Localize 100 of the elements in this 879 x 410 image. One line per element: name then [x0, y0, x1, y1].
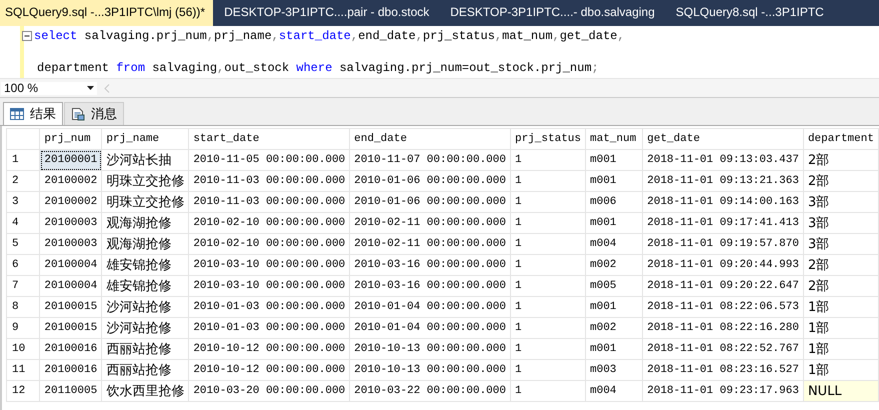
- table-cell[interactable]: m001: [586, 338, 643, 360]
- table-cell[interactable]: 西丽站抢修: [102, 338, 189, 360]
- table-cell[interactable]: 2010-10-13 00:00:00.000: [350, 360, 510, 380]
- table-cell[interactable]: 沙河站抢修: [102, 296, 189, 318]
- table-cell[interactable]: 1: [510, 150, 586, 170]
- table-cell[interactable]: 1: [510, 276, 586, 296]
- table-cell[interactable]: 2010-11-05 00:00:00.000: [188, 150, 350, 170]
- table-cell[interactable]: 2018-11-01 09:13:03.437: [642, 150, 804, 170]
- table-cell[interactable]: 雄安锦抢修: [102, 276, 189, 296]
- table-cell[interactable]: 饮水西里抢修: [102, 380, 189, 402]
- table-cell[interactable]: 2018-11-01 09:13:21.363: [642, 170, 804, 192]
- table-cell[interactable]: 2018-11-01 09:19:57.870: [642, 234, 804, 254]
- table-cell[interactable]: 1: [510, 380, 586, 402]
- table-cell[interactable]: 1: [510, 234, 586, 254]
- table-cell[interactable]: 2部: [803, 150, 878, 170]
- table-cell[interactable]: 沙河站长抽: [102, 150, 189, 170]
- table-cell[interactable]: 2010-03-20 00:00:00.000: [188, 380, 350, 402]
- column-header[interactable]: get_date: [642, 128, 804, 150]
- table-cell[interactable]: 沙河站抢修: [102, 318, 189, 338]
- result-tab[interactable]: 结果: [3, 102, 63, 125]
- table-cell[interactable]: 2010-10-13 00:00:00.000: [350, 338, 510, 360]
- table-cell[interactable]: 1: [510, 296, 586, 318]
- table-cell[interactable]: 2010-01-03 00:00:00.000: [188, 318, 350, 338]
- table-cell[interactable]: m004: [586, 380, 643, 402]
- document-tab[interactable]: DESKTOP-3P1IPTC....pair - dbo.stock: [219, 0, 436, 26]
- table-cell[interactable]: 2部: [803, 170, 878, 192]
- table-cell[interactable]: 2018-11-01 09:14:00.163: [642, 192, 804, 212]
- table-cell[interactable]: m001: [586, 150, 643, 170]
- table-cell[interactable]: 1部: [803, 338, 878, 360]
- table-cell[interactable]: 2010-10-12 00:00:00.000: [188, 360, 350, 380]
- table-cell[interactable]: 明珠立交抢修: [102, 170, 189, 192]
- table-cell[interactable]: 2018-11-01 09:17:41.413: [642, 212, 804, 234]
- document-tab[interactable]: SQLQuery9.sql -...3P1IPTC\lmj (56))*: [0, 0, 214, 26]
- table-cell[interactable]: 20100004: [40, 276, 102, 296]
- table-cell[interactable]: 20100001: [40, 150, 102, 170]
- table-cell[interactable]: 1: [510, 254, 586, 276]
- table-cell[interactable]: 2010-02-10 00:00:00.000: [188, 234, 350, 254]
- table-cell[interactable]: 2018-11-01 09:23:17.963: [642, 380, 804, 402]
- table-cell[interactable]: m001: [586, 212, 643, 234]
- table-cell[interactable]: 2010-03-10 00:00:00.000: [188, 276, 350, 296]
- table-cell[interactable]: 1部: [803, 318, 878, 338]
- table-cell[interactable]: 2010-03-10 00:00:00.000: [188, 254, 350, 276]
- column-header[interactable]: prj_num: [40, 128, 102, 150]
- table-cell[interactable]: 1: [510, 318, 586, 338]
- table-cell[interactable]: m005: [586, 276, 643, 296]
- table-cell[interactable]: 20100015: [40, 318, 102, 338]
- table-cell[interactable]: 2010-01-06 00:00:00.000: [350, 170, 510, 192]
- table-cell[interactable]: 2部: [803, 254, 878, 276]
- table-cell[interactable]: m003: [586, 360, 643, 380]
- table-cell[interactable]: 20100004: [40, 254, 102, 276]
- column-header[interactable]: start_date: [188, 128, 350, 150]
- table-cell[interactable]: 3部: [803, 234, 878, 254]
- table-cell[interactable]: 2010-03-16 00:00:00.000: [350, 254, 510, 276]
- table-cell[interactable]: 2010-03-22 00:00:00.000: [350, 380, 510, 402]
- table-cell[interactable]: 2018-11-01 08:22:06.573: [642, 296, 804, 318]
- table-cell[interactable]: 20100002: [40, 192, 102, 212]
- table-cell[interactable]: 2010-11-03 00:00:00.000: [188, 170, 350, 192]
- table-cell[interactable]: 20100016: [40, 360, 102, 380]
- table-cell[interactable]: 20100003: [40, 234, 102, 254]
- table-cell[interactable]: 20100015: [40, 296, 102, 318]
- table-cell[interactable]: 2010-02-11 00:00:00.000: [350, 212, 510, 234]
- table-cell[interactable]: 2018-11-01 08:23:16.527: [642, 360, 804, 380]
- table-cell[interactable]: 2018-11-01 09:20:22.647: [642, 276, 804, 296]
- zoom-dropdown[interactable]: 100 %: [0, 80, 98, 96]
- table-cell[interactable]: 西丽站抢修: [102, 360, 189, 380]
- table-cell[interactable]: 观海湖抢修: [102, 212, 189, 234]
- table-cell[interactable]: 20100003: [40, 212, 102, 234]
- table-cell[interactable]: 观海湖抢修: [102, 234, 189, 254]
- table-cell[interactable]: 2010-01-03 00:00:00.000: [188, 296, 350, 318]
- column-header[interactable]: end_date: [350, 128, 510, 150]
- table-cell[interactable]: 雄安锦抢修: [102, 254, 189, 276]
- table-cell[interactable]: m001: [586, 170, 643, 192]
- table-cell[interactable]: 20100002: [40, 170, 102, 192]
- table-cell[interactable]: 2010-01-04 00:00:00.000: [350, 296, 510, 318]
- column-header[interactable]: department: [803, 128, 878, 150]
- table-cell[interactable]: 2018-11-01 08:22:52.767: [642, 338, 804, 360]
- document-tab[interactable]: DESKTOP-3P1IPTC....- dbo.salvaging: [445, 0, 661, 26]
- table-cell[interactable]: 2010-01-06 00:00:00.000: [350, 192, 510, 212]
- table-cell[interactable]: 2010-10-12 00:00:00.000: [188, 338, 350, 360]
- table-cell[interactable]: 2010-02-11 00:00:00.000: [350, 234, 510, 254]
- table-cell[interactable]: 2010-11-07 00:00:00.000: [350, 150, 510, 170]
- table-cell[interactable]: m001: [586, 296, 643, 318]
- table-cell[interactable]: 2010-11-03 00:00:00.000: [188, 192, 350, 212]
- table-cell[interactable]: 1: [510, 338, 586, 360]
- column-header[interactable]: prj_name: [102, 128, 189, 150]
- table-cell[interactable]: m002: [586, 254, 643, 276]
- collapse-icon[interactable]: [22, 31, 32, 41]
- table-cell[interactable]: 20100016: [40, 338, 102, 360]
- document-tab[interactable]: SQLQuery8.sql -...3P1IPTC: [670, 0, 830, 26]
- table-cell[interactable]: 2010-03-16 00:00:00.000: [350, 276, 510, 296]
- table-cell[interactable]: 20110005: [40, 380, 102, 402]
- table-cell[interactable]: 明珠立交抢修: [102, 192, 189, 212]
- table-cell[interactable]: 1: [510, 170, 586, 192]
- table-cell[interactable]: 2010-02-10 00:00:00.000: [188, 212, 350, 234]
- table-cell[interactable]: 3部: [803, 212, 878, 234]
- table-cell[interactable]: 1部: [803, 296, 878, 318]
- table-cell[interactable]: 2部: [803, 276, 878, 296]
- table-cell[interactable]: m006: [586, 192, 643, 212]
- table-cell[interactable]: 1: [510, 212, 586, 234]
- table-cell[interactable]: 3部: [803, 192, 878, 212]
